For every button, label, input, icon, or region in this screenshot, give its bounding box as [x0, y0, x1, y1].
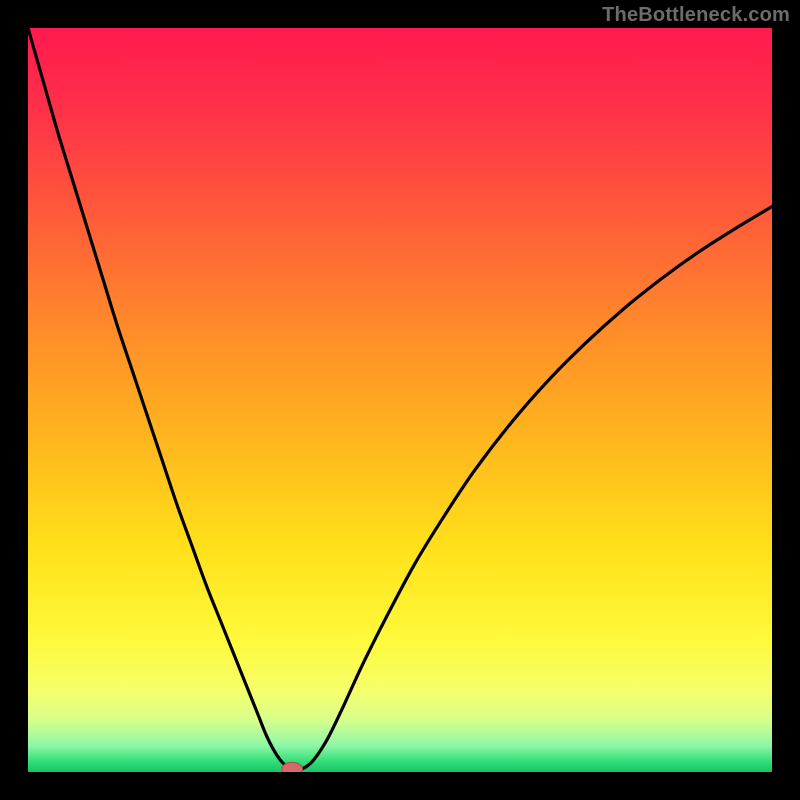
optimum-marker	[282, 762, 303, 772]
attribution-text: TheBottleneck.com	[602, 4, 790, 27]
gradient-background	[28, 28, 772, 772]
plot-area	[28, 28, 772, 772]
chart-svg	[28, 28, 772, 772]
outer-frame: TheBottleneck.com	[0, 0, 800, 800]
